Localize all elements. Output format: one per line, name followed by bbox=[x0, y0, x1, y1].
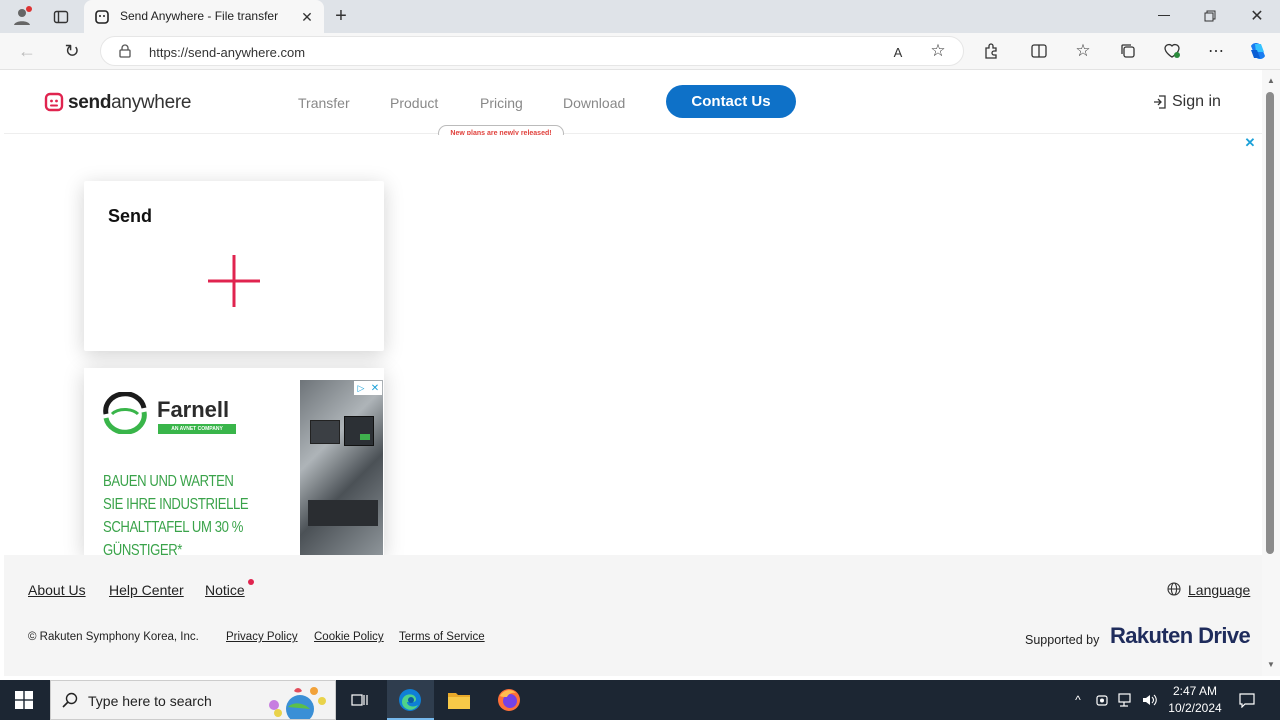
notifications-icon[interactable] bbox=[1236, 689, 1258, 711]
ad-text-line: GÜNSTIGER* bbox=[103, 542, 183, 555]
file-explorer-icon[interactable] bbox=[445, 688, 473, 712]
sendanywhere-logo-icon[interactable] bbox=[44, 92, 64, 112]
site-favicon-icon bbox=[94, 9, 110, 25]
taskbar-search[interactable]: Type here to search bbox=[50, 680, 336, 720]
browser-titlebar: Send Anywhere - File transfer ✕ + ✕ bbox=[0, 0, 1280, 33]
send-title: Send bbox=[108, 206, 153, 226]
notice-badge bbox=[248, 579, 254, 585]
favorites-icon[interactable]: ☆ bbox=[1072, 40, 1094, 62]
url-text: https://send-anywhere.com bbox=[149, 45, 306, 60]
ad-tagline: AN AVNET COMPANY bbox=[158, 424, 236, 434]
url-bar[interactable]: https://send-anywhere.com A ☆ bbox=[100, 36, 964, 66]
footer-help-center[interactable]: Help Center bbox=[109, 582, 184, 598]
collections-icon[interactable] bbox=[1117, 40, 1139, 62]
network-icon[interactable] bbox=[1116, 690, 1136, 710]
close-window-icon[interactable]: ✕ bbox=[1243, 5, 1271, 27]
new-tab-icon[interactable]: + bbox=[330, 5, 352, 27]
farnell-logo-icon bbox=[101, 391, 149, 435]
footer-notice[interactable]: Notice bbox=[205, 582, 245, 598]
ad-product-photo bbox=[300, 380, 383, 555]
copilot-icon[interactable] bbox=[1245, 39, 1271, 63]
nav-download[interactable]: Download bbox=[563, 95, 625, 111]
browser-essentials-icon[interactable] bbox=[1161, 40, 1183, 62]
logo-prefix: send bbox=[68, 92, 112, 113]
terms-of-service-link[interactable]: Terms of Service bbox=[399, 631, 485, 643]
rakuten-drive-logo[interactable]: Rakuten Drive bbox=[1110, 623, 1251, 649]
ad-card: Farnell AN AVNET COMPANY BAUEN UND WARTE… bbox=[84, 368, 384, 555]
nav-product[interactable]: Product bbox=[390, 95, 438, 111]
read-aloud-icon[interactable]: A bbox=[887, 42, 909, 62]
scroll-down-icon[interactable]: ▼ bbox=[1265, 658, 1277, 670]
globe-icon[interactable] bbox=[1166, 581, 1182, 597]
supported-by-label: Supported by bbox=[1025, 633, 1100, 647]
restore-icon[interactable] bbox=[1196, 5, 1224, 27]
site-footer: About Us Help Center Notice Language © R… bbox=[4, 555, 1262, 676]
sign-in-link[interactable]: Sign in bbox=[1172, 93, 1221, 111]
back-icon[interactable]: ← bbox=[15, 40, 39, 62]
search-highlight-icon[interactable] bbox=[263, 683, 333, 719]
address-toolbar: ← ↻ https://send-anywhere.com A ☆ ☆ ⋯ bbox=[0, 33, 1280, 70]
privacy-policy-link[interactable]: Privacy Policy bbox=[226, 631, 298, 643]
close-ad-icon[interactable]: ✕ bbox=[1242, 135, 1258, 151]
copyright-text: © Rakuten Symphony Korea, Inc. bbox=[28, 631, 199, 643]
ad-brand: Farnell bbox=[157, 397, 230, 422]
active-tab[interactable]: Send Anywhere - File transfer ✕ bbox=[84, 0, 324, 33]
clock-time[interactable]: 2:47 AM bbox=[1165, 684, 1225, 698]
search-placeholder: Type here to search bbox=[88, 693, 212, 709]
ad-text-line: BAUEN UND WARTEN bbox=[103, 473, 234, 490]
add-file-plus-icon[interactable] bbox=[206, 253, 262, 309]
ad-close-icon[interactable]: ✕ bbox=[368, 381, 382, 395]
edge-taskbar-icon[interactable] bbox=[396, 687, 424, 713]
profile-icon[interactable] bbox=[10, 5, 34, 27]
signin-icon[interactable] bbox=[1152, 94, 1168, 110]
search-icon bbox=[61, 691, 79, 709]
minimize-icon[interactable] bbox=[1150, 5, 1178, 27]
refresh-icon[interactable]: ↻ bbox=[60, 40, 84, 62]
tab-actions-icon[interactable] bbox=[50, 6, 72, 28]
send-card[interactable]: Send bbox=[84, 181, 384, 351]
cookie-policy-link[interactable]: Cookie Policy bbox=[314, 631, 384, 643]
volume-icon[interactable] bbox=[1140, 690, 1160, 710]
windows-start-icon[interactable] bbox=[0, 680, 48, 720]
extensions-icon[interactable] bbox=[980, 40, 1002, 62]
tray-chevron-icon[interactable]: ^ bbox=[1068, 690, 1088, 710]
language-selector[interactable]: Language bbox=[1188, 582, 1250, 598]
page-scrollbar[interactable]: ▲ ▼ bbox=[1262, 70, 1280, 676]
ad-text-line: SCHALTTAFEL UM 30 % bbox=[103, 519, 243, 536]
contact-us-button[interactable]: Contact Us bbox=[666, 85, 796, 118]
nav-transfer[interactable]: Transfer bbox=[298, 95, 350, 111]
task-view-icon[interactable] bbox=[346, 688, 374, 712]
favorite-star-icon[interactable]: ☆ bbox=[927, 41, 949, 61]
split-screen-icon[interactable] bbox=[1028, 40, 1050, 62]
more-menu-icon[interactable]: ⋯ bbox=[1205, 40, 1227, 62]
site-header: sendanywhere Transfer Product Pricing Do… bbox=[4, 70, 1262, 134]
adchoices-icon[interactable]: ▷ bbox=[354, 381, 368, 395]
firefox-icon[interactable] bbox=[495, 687, 523, 713]
clock-date[interactable]: 10/2/2024 bbox=[1165, 701, 1225, 715]
scrollbar-thumb[interactable] bbox=[1266, 92, 1274, 554]
scroll-up-icon[interactable]: ▲ bbox=[1265, 74, 1277, 86]
windows-taskbar: Type here to search ^ 2:47 AM 10/2/2024 bbox=[0, 680, 1280, 720]
logo-suffix: anywhere bbox=[111, 92, 192, 113]
ad-text-line: SIE IHRE INDUSTRIELLE bbox=[103, 496, 249, 513]
lock-icon[interactable] bbox=[117, 43, 133, 59]
nav-pricing[interactable]: Pricing bbox=[480, 95, 523, 111]
farnell-ad[interactable]: Farnell AN AVNET COMPANY BAUEN UND WARTE… bbox=[85, 380, 383, 555]
tab-title: Send Anywhere - File transfer bbox=[120, 9, 279, 23]
close-tab-icon[interactable]: ✕ bbox=[298, 8, 316, 26]
meet-now-icon[interactable] bbox=[1092, 690, 1112, 710]
web-page: sendanywhere Transfer Product Pricing Do… bbox=[4, 70, 1262, 676]
site-logo[interactable]: sendanywhere bbox=[68, 92, 191, 114]
footer-about-us[interactable]: About Us bbox=[28, 582, 86, 598]
